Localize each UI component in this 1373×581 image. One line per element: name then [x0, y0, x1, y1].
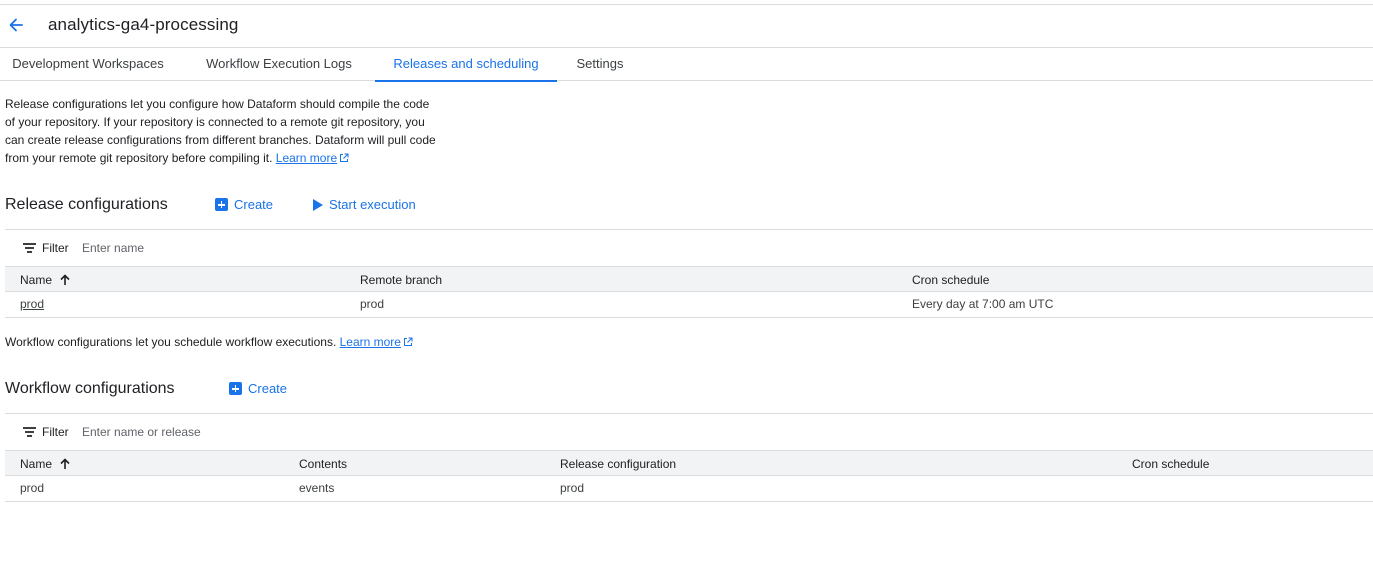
release-filter-label: Filter	[42, 241, 69, 255]
page-title: analytics-ga4-processing	[48, 15, 239, 34]
release-create-button[interactable]: Create	[215, 197, 273, 212]
column-header-name[interactable]: Name	[20, 457, 70, 471]
tab-workflow-execution-logs[interactable]: Workflow Execution Logs	[192, 48, 366, 81]
column-header-contents: Contents	[299, 457, 348, 471]
release-filter-input[interactable]	[82, 238, 482, 258]
column-header-release-configuration: Release configuration	[560, 457, 677, 471]
workflow-intro: Workflow configurations let you schedule…	[5, 333, 413, 351]
workflow-create-button[interactable]: Create	[229, 381, 287, 396]
release-filter-bar: Filter	[5, 229, 1373, 266]
add-box-icon	[229, 382, 242, 395]
add-box-icon	[215, 198, 228, 211]
workflow-filter-label: Filter	[42, 425, 69, 439]
release-create-label: Create	[234, 197, 274, 212]
release-configurations-table: Name Remote branch Cron schedule prod pr…	[5, 266, 1373, 318]
column-header-name[interactable]: Name	[20, 273, 70, 287]
filter-icon	[23, 243, 36, 253]
release-cron-schedule: Every day at 7:00 am UTC	[912, 297, 1054, 311]
column-header-remote-branch: Remote branch	[360, 273, 443, 287]
tab-settings[interactable]: Settings	[567, 48, 633, 81]
workflow-create-label: Create	[248, 381, 288, 396]
workflow-name: prod	[20, 481, 45, 495]
table-row: prod prod Every day at 7:00 am UTC	[5, 292, 1373, 318]
release-intro-line-4: from your remote git repository before c…	[5, 151, 276, 165]
filter-icon	[23, 427, 36, 437]
workflow-filter-input[interactable]	[82, 422, 482, 442]
table-header: Name Remote branch Cron schedule	[5, 266, 1373, 292]
play-icon	[313, 198, 323, 211]
release-learn-more-link[interactable]: Learn more	[276, 151, 349, 165]
column-label: Name	[20, 273, 53, 287]
release-intro-line-2: of your repository. If your repository i…	[5, 115, 425, 129]
tab-bar: Development Workspaces Workflow Executio…	[0, 48, 1373, 82]
start-execution-label: Start execution	[329, 197, 416, 212]
workflow-release-configuration: prod	[560, 481, 585, 495]
release-learn-more-label: Learn more	[275, 151, 338, 165]
workflow-intro-text: Workflow configurations let you schedule…	[5, 335, 340, 349]
release-name-link[interactable]: prod	[20, 297, 44, 311]
column-label: Name	[20, 457, 53, 471]
column-header-cron-schedule: Cron schedule	[1132, 457, 1210, 471]
arrow-up-icon	[60, 458, 70, 469]
table-header: Name Contents Release configuration Cron…	[5, 450, 1373, 476]
workflow-learn-more-link[interactable]: Learn more	[340, 335, 413, 349]
arrow-up-icon	[60, 274, 70, 285]
back-arrow-icon[interactable]	[6, 15, 26, 35]
release-configurations-title: Release configurations	[5, 196, 168, 213]
start-execution-button[interactable]: Start execution	[313, 197, 416, 212]
workflow-learn-more-label: Learn more	[339, 335, 401, 349]
release-intro-line-1: Release configurations let you configure…	[5, 97, 430, 111]
tab-releases-and-scheduling[interactable]: Releases and scheduling	[375, 48, 557, 82]
workflow-contents: events	[299, 481, 335, 495]
release-intro-line-3: can create release configurations from d…	[5, 133, 436, 147]
workflow-configurations-title: Workflow configurations	[5, 380, 175, 397]
release-remote-branch: prod	[360, 297, 385, 311]
page-header: analytics-ga4-processing	[0, 5, 1373, 47]
external-link-icon	[340, 153, 349, 162]
release-intro: Release configurations let you configure…	[5, 95, 436, 167]
workflow-filter-bar: Filter	[5, 413, 1373, 450]
table-row: prod events prod	[5, 476, 1373, 502]
external-link-icon	[403, 337, 413, 346]
tab-development-workspaces[interactable]: Development Workspaces	[0, 48, 176, 81]
workflow-configurations-table: Name Contents Release configuration Cron…	[5, 450, 1373, 502]
column-header-cron-schedule: Cron schedule	[912, 273, 990, 287]
